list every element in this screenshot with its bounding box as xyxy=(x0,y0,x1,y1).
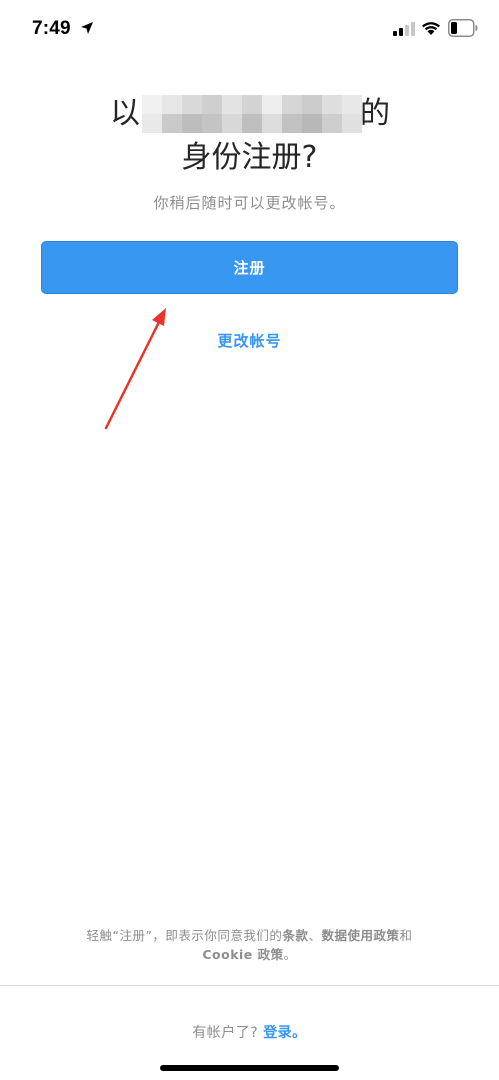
login-footer: 有帐户了? 登录。 xyxy=(0,1022,499,1042)
status-time: 7:49 xyxy=(32,18,71,39)
change-account-link[interactable]: 更改帐号 xyxy=(0,330,499,351)
signup-title: 以 的 身份注册? xyxy=(0,92,499,180)
annotation-arrow-icon xyxy=(104,308,166,430)
status-bar: 7:49 xyxy=(0,0,499,60)
terms-end: 。 xyxy=(283,947,297,962)
data-policy-link[interactable]: 数据使用政策 xyxy=(321,928,399,943)
title-line-1: 以 的 xyxy=(0,92,499,136)
wifi-icon xyxy=(422,22,440,35)
terms-text: 轻触“注册”，即表示你同意我们的 xyxy=(86,928,283,943)
terms-separator: 、 xyxy=(308,928,322,943)
location-arrow-icon xyxy=(81,22,93,34)
title-prefix: 以 xyxy=(110,96,140,131)
subtitle: 你稍后随时可以更改帐号。 xyxy=(153,194,346,212)
cookie-policy-link[interactable]: Cookie 政策 xyxy=(202,947,283,962)
cellular-signal-icon xyxy=(393,22,415,36)
home-indicator[interactable] xyxy=(160,1065,339,1071)
have-account-text: 有帐户了? xyxy=(192,1025,259,1041)
terms-link[interactable]: 条款 xyxy=(282,928,308,943)
terms-and: 和 xyxy=(399,928,413,943)
battery-icon xyxy=(448,19,478,37)
redacted-username xyxy=(142,95,362,133)
terms-notice: 轻触“注册”，即表示你同意我们的条款、数据使用政策和 Cookie 政策。 xyxy=(40,926,459,964)
footer-divider xyxy=(0,985,499,986)
title-suffix: 的 xyxy=(360,96,390,131)
title-line-2: 身份注册? xyxy=(181,140,318,175)
login-link[interactable]: 登录。 xyxy=(263,1025,307,1041)
signup-button[interactable]: 注册 xyxy=(41,241,458,294)
